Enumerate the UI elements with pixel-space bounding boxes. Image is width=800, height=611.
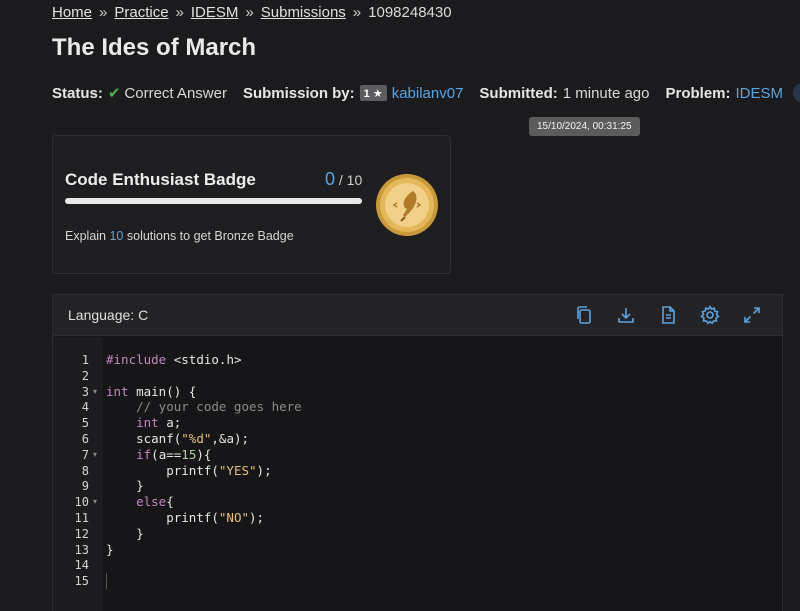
status-label: Status: — [52, 84, 103, 102]
breadcrumb-submissions[interactable]: Submissions — [261, 4, 346, 21]
breadcrumb-separator: » — [352, 4, 362, 21]
badge-desc-prefix: Explain — [65, 229, 110, 243]
breadcrumb-practice[interactable]: Practice — [114, 4, 168, 21]
code-line: } — [106, 525, 144, 541]
code-toolbar: Language: C — [53, 295, 782, 336]
copy-icon[interactable] — [573, 304, 595, 326]
settings-gear-icon[interactable] — [699, 304, 721, 326]
badge-title: Code Enthusiast Badge — [65, 170, 256, 189]
language-label: Language: C — [68, 307, 149, 323]
breadcrumb-current: 1098248430 — [368, 4, 452, 21]
submission-page: Home » Practice » IDESM » Submissions » … — [0, 0, 800, 611]
breadcrumb-problem[interactable]: IDESM — [191, 4, 239, 21]
submitted-label: Submitted: — [479, 84, 558, 102]
line-number: 13 — [74, 542, 89, 557]
external-link-icon[interactable]: ↗ — [793, 83, 800, 103]
line-number: 3 — [81, 384, 89, 399]
fullscreen-icon[interactable] — [741, 304, 763, 326]
username-link[interactable]: kabilanv07 — [392, 85, 464, 102]
submitter-group: Submission by: 1 ★ kabilanv07 — [243, 85, 463, 102]
code-editor[interactable]: #include <stdio.h> int main() { // your c… — [103, 337, 782, 611]
code-line: #include <stdio.h> — [106, 352, 242, 367]
line-number: 1 — [81, 353, 89, 367]
code-viewer: Language: C 1 2 3 ▾ 4 5 6 7 ▾ 8 9 10 ▾ 11 12 13 — [52, 294, 783, 611]
check-icon: ✔ — [107, 85, 121, 102]
submitted-time[interactable]: 1 minute ago — [563, 85, 650, 102]
line-number: 7 — [81, 447, 89, 462]
code-line: int main() { — [106, 383, 197, 399]
breadcrumb-home[interactable]: Home — [52, 4, 92, 21]
line-number: 11 — [74, 511, 89, 525]
badge-desc-suffix: solutions to get Bronze Badge — [123, 229, 294, 243]
line-number: 8 — [81, 463, 89, 478]
submitted-group: Submitted: 1 minute ago — [479, 85, 649, 102]
code-line: printf("YES"); — [166, 462, 272, 478]
badge-progress-count: 0 / 10 — [325, 169, 362, 190]
submission-meta: Status: ✔ Correct Answer Submission by: … — [52, 82, 800, 104]
code-line: } — [106, 541, 114, 557]
code-tools — [573, 304, 783, 326]
fold-toggle-icon[interactable]: ▾ — [93, 384, 97, 400]
user-rating-badge: 1 ★ — [359, 85, 387, 101]
line-number: 6 — [81, 432, 89, 446]
code-line: // your code goes here — [106, 399, 302, 415]
line-number: 5 — [81, 416, 89, 431]
download-icon[interactable] — [615, 304, 637, 326]
status-group: Status: ✔ Correct Answer — [52, 84, 227, 103]
badge-count-total: / 10 — [335, 172, 363, 188]
document-icon[interactable] — [657, 304, 679, 326]
badge-desc-number: 10 — [109, 229, 124, 243]
line-number: 10 — [74, 495, 89, 510]
line-number: 12 — [74, 526, 89, 541]
fold-toggle-icon[interactable]: ▾ — [93, 447, 97, 463]
breadcrumb-separator: » — [245, 4, 254, 21]
code-line: else{ — [136, 494, 174, 510]
badge-progress-bar — [65, 198, 362, 204]
line-number: 4 — [81, 400, 89, 415]
breadcrumb-separator: » — [175, 4, 184, 21]
problem-link[interactable]: IDESM — [736, 85, 784, 102]
line-number: 2 — [81, 368, 89, 383]
code-line: int a; — [136, 415, 182, 431]
problem-group: Problem: IDESM ↗ — [665, 83, 800, 103]
breadcrumb: Home » Practice » IDESM » Submissions » … — [52, 4, 452, 21]
code-line: printf("NO"); — [166, 510, 265, 525]
badge-count-value: 0 — [325, 169, 336, 189]
line-number: 9 — [81, 479, 89, 494]
code-line: scanf("%d",&a); — [136, 431, 250, 446]
problem-label: Problem: — [665, 84, 731, 102]
line-number: 14 — [74, 558, 89, 573]
line-number-gutter: 1 2 3 ▾ 4 5 6 7 ▾ 8 9 10 ▾ 11 12 13 14 15 — [53, 337, 103, 611]
text-cursor — [106, 573, 107, 590]
code-line: } — [106, 478, 144, 494]
page-title: The Ides of March — [52, 34, 257, 61]
code-line: if(a==15){ — [136, 446, 212, 462]
timestamp-tooltip: 15/10/2024, 00:31:25 — [529, 117, 640, 136]
badge-description: Explain 10 solutions to get Bronze Badge — [65, 229, 294, 243]
fold-toggle-icon[interactable]: ▾ — [93, 494, 97, 510]
submission-by-label: Submission by: — [242, 84, 355, 102]
breadcrumb-separator: » — [99, 4, 108, 21]
line-number: 15 — [74, 574, 89, 589]
badge-card: Code Enthusiast Badge 0 / 10 Explain 10 … — [52, 135, 451, 274]
bronze-medal-icon — [376, 174, 438, 236]
status-value: Correct Answer — [124, 84, 227, 102]
